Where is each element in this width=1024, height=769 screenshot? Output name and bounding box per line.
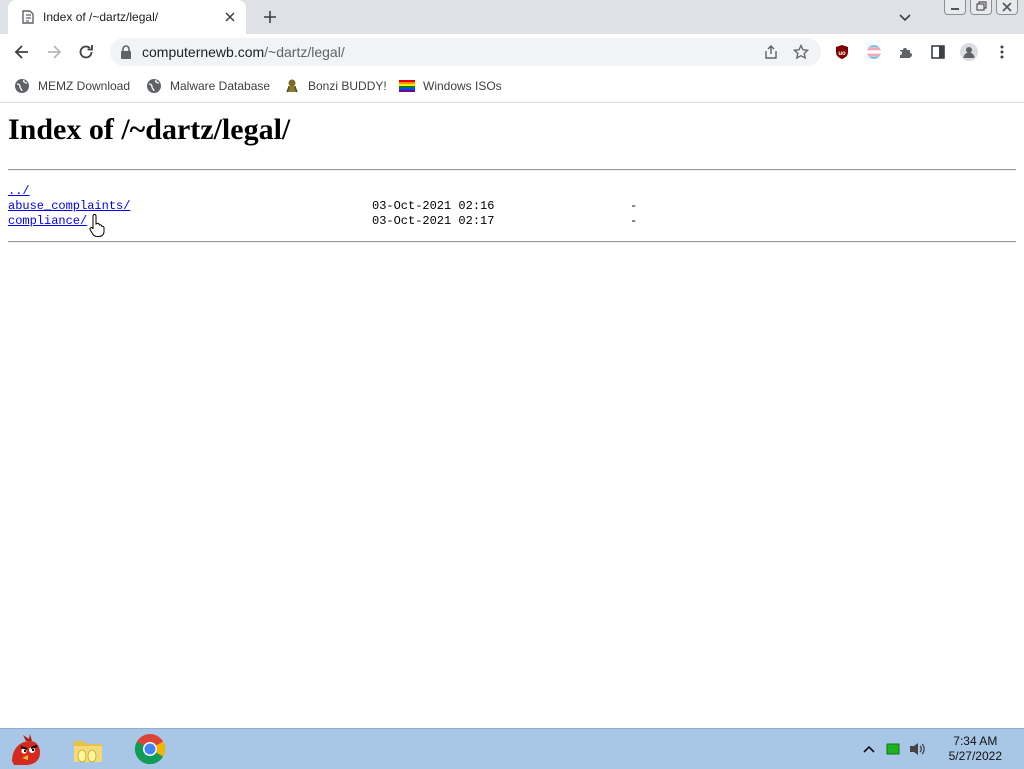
rainbow-flag-icon — [399, 80, 415, 92]
bookmark-label: Malware Database — [170, 79, 271, 93]
bonzi-icon — [286, 79, 298, 93]
clock-time: 7:34 AM — [953, 734, 998, 748]
bookmark-label: MEMZ Download — [38, 79, 131, 93]
side-panel-icon[interactable] — [930, 44, 946, 60]
page-content: Index of /~dartz/legal/ ../abuse_complai… — [8, 103, 1016, 728]
show-hidden-icons-chevron-icon[interactable] — [862, 742, 876, 756]
bookmark-memz-download[interactable]: MEMZ Download — [14, 77, 130, 95]
ublock-origin-icon[interactable]: uo — [834, 44, 850, 60]
bookmark-label: Bonzi BUDDY! — [308, 79, 387, 93]
bookmarks-bar: MEMZ Download Malware Database Bonzi BUD… — [0, 70, 1024, 103]
bookmark-malware-database[interactable]: Malware Database — [146, 77, 270, 95]
bookmark-bonzi-buddy[interactable]: Bonzi BUDDY! — [284, 77, 387, 95]
lock-icon[interactable] — [120, 45, 132, 59]
system-clock[interactable]: 7:34 AM 5/27/2022 — [949, 734, 1002, 764]
listing-row: ../ — [8, 184, 130, 199]
bookmark-label: Windows ISOs — [423, 79, 502, 93]
minimize-icon — [951, 8, 959, 10]
directory-listing: ../abuse_complaints/03-Oct-2021 02:16- co… — [8, 184, 637, 229]
globe-icon — [15, 79, 29, 93]
forward-icon[interactable] — [44, 42, 64, 62]
url-text[interactable]: computernewb.com/~dartz/legal/ — [142, 44, 345, 60]
close-window-icon — [1002, 2, 1012, 12]
listing-row: compliance/03-Oct-2021 02:17 - — [8, 214, 637, 229]
entry-size: - — [630, 214, 638, 228]
top-divider — [8, 169, 1016, 171]
reload-icon[interactable] — [76, 42, 96, 62]
extensions-puzzle-icon[interactable] — [898, 44, 914, 60]
restore-button[interactable] — [970, 0, 992, 15]
volume-icon[interactable] — [908, 741, 926, 757]
folder-icon[interactable] — [70, 731, 106, 767]
globe-icon — [147, 79, 161, 93]
trans-flag-extension-icon[interactable] — [866, 44, 882, 60]
close-tab-icon[interactable] — [222, 9, 238, 25]
svg-text:uo: uo — [838, 51, 846, 57]
active-tab[interactable]: Index of /~dartz/legal/ — [8, 0, 246, 34]
restore-icon — [976, 1, 987, 11]
page-heading: Index of /~dartz/legal/ — [8, 113, 291, 146]
browser-toolbar: computernewb.com/~dartz/legal/ uo — [0, 34, 1024, 70]
minimize-button[interactable] — [944, 0, 966, 15]
entry-size: - — [630, 199, 638, 213]
tab-strip: Index of /~dartz/legal/ — [0, 0, 1024, 34]
share-icon[interactable] — [763, 44, 779, 60]
menu-kebab-icon[interactable] — [994, 44, 1010, 60]
chrome-icon[interactable] — [132, 731, 168, 767]
angry-bird-icon[interactable] — [8, 731, 44, 767]
window-controls — [944, 0, 1018, 18]
compliance-link[interactable]: compliance/ — [8, 214, 87, 228]
parent-directory-link[interactable]: ../ — [8, 184, 30, 198]
url-path: /~dartz/legal/ — [264, 44, 345, 60]
profile-avatar-icon[interactable] — [960, 43, 978, 61]
tab-search-chevron-icon[interactable] — [897, 9, 913, 25]
tab-title: Index of /~dartz/legal/ — [43, 10, 159, 24]
hand-pointer-cursor-icon — [89, 214, 105, 237]
entry-date: 03-Oct-2021 02:16 — [372, 199, 495, 213]
url-host: computernewb.com — [142, 44, 265, 60]
abuse-complaints-link[interactable]: abuse_complaints/ — [8, 199, 130, 213]
taskbar: 7:34 AM 5/27/2022 — [0, 728, 1024, 769]
bookmark-star-icon[interactable] — [793, 44, 809, 60]
clock-date: 5/27/2022 — [948, 749, 1002, 763]
bookmark-windows-isos[interactable]: Windows ISOs — [399, 77, 502, 95]
bottom-divider — [8, 241, 1016, 243]
entry-date: 03-Oct-2021 02:17 — [372, 214, 495, 228]
green-status-icon[interactable] — [886, 742, 900, 756]
new-tab-icon[interactable] — [262, 9, 278, 25]
page-favicon-icon — [22, 10, 34, 24]
back-icon[interactable] — [12, 42, 32, 62]
address-bar[interactable]: computernewb.com/~dartz/legal/ — [110, 38, 821, 66]
close-window-button[interactable] — [996, 0, 1018, 15]
listing-row: abuse_complaints/03-Oct-2021 02:16 - — [8, 199, 637, 214]
